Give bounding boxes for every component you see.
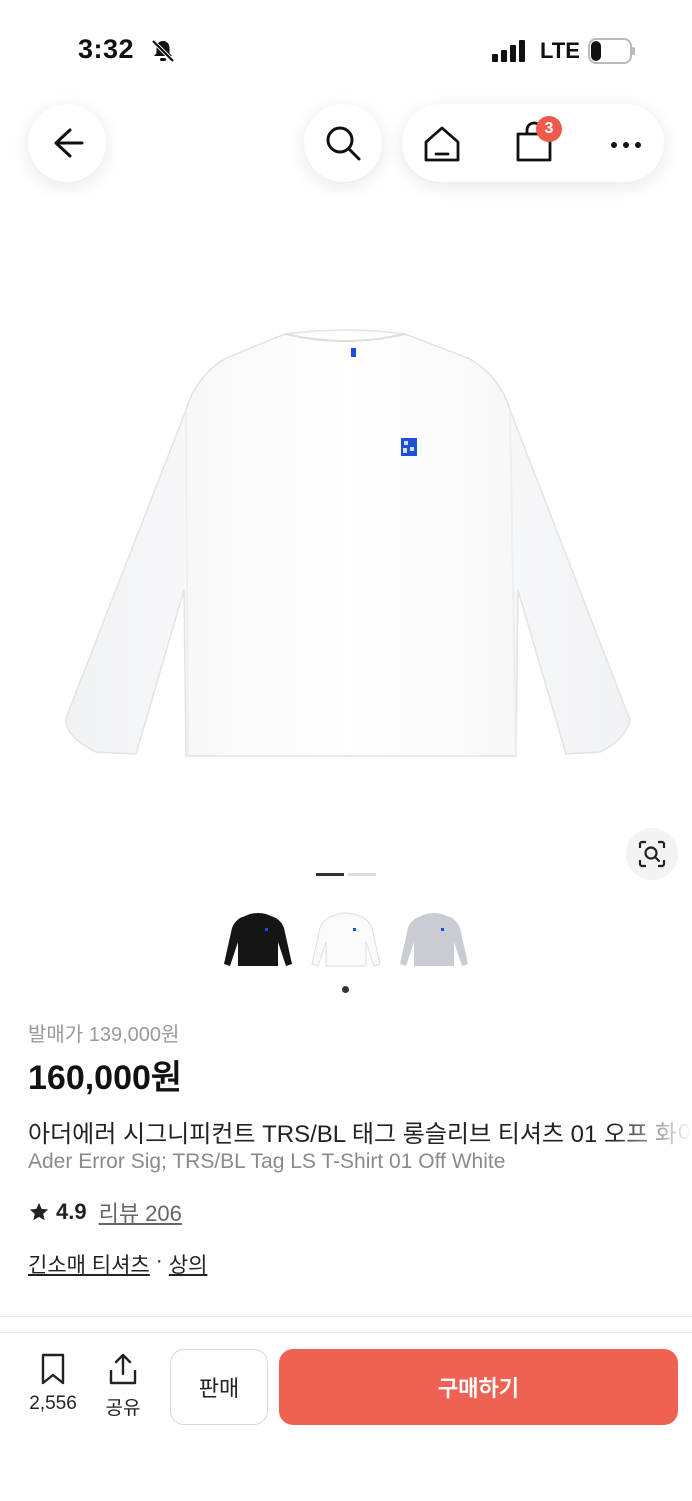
rating-row: 4.9 리뷰 206 [28,1196,182,1228]
product-name-english: Ader Error Sig; TRS/BL Tag LS T-Shirt 01… [28,1150,506,1173]
back-arrow-icon [54,128,84,158]
product-image[interactable] [0,290,692,810]
save-button[interactable]: 2,556 [20,1352,86,1415]
category-separator: · [155,1249,163,1272]
battery-level: 21 [600,41,620,60]
more-icon[interactable] [604,130,648,160]
bell-muted-icon [151,39,175,63]
nav-pill: 3 [402,104,664,182]
buy-button[interactable]: 구매하기 [279,1349,678,1425]
home-icon[interactable] [420,122,464,166]
share-icon [109,1353,137,1385]
search-button[interactable] [304,104,382,182]
sell-button[interactable]: 판매 [170,1349,268,1425]
bookmark-icon [41,1353,65,1385]
status-time: 3:32 [78,34,135,64]
carousel-indicator [348,873,376,876]
review-link[interactable]: 리뷰 206 [99,1196,182,1228]
image-search-button[interactable] [626,828,678,880]
network-type: LTE [540,38,580,63]
search-icon [326,126,361,161]
share-label: 공유 [105,1398,141,1419]
product-name-korean: 아더에러 시그니피컨트 TRS/BL 태그 롱슬리브 티셔츠 01 오프 화이트 [28,1121,692,1148]
thumbnail-indicator [342,986,349,993]
rating-score: 4.9 [56,1199,87,1224]
category-link[interactable]: 긴소매 티셔츠 [28,1249,150,1279]
parent-category-link[interactable]: 상의 [169,1249,208,1279]
thumbnail-black[interactable] [222,908,294,972]
save-count: 2,556 [29,1393,77,1414]
carousel-indicator-active [316,873,344,876]
thumbnail-white[interactable] [310,908,382,972]
release-price: 발매가 139,000원 [28,1024,180,1046]
divider [0,1316,692,1317]
thumbnail-gray[interactable] [398,908,470,972]
star-icon [29,1202,49,1221]
share-button[interactable]: 공유 [96,1352,150,1420]
category-breadcrumb: 긴소매 티셔츠 · 상의 [28,1249,207,1279]
current-price: 160,000원 [28,1059,183,1097]
cart-count-badge: 3 [536,116,562,142]
signal-icon [492,40,525,62]
back-button[interactable] [28,104,106,182]
lens-search-icon [638,840,666,868]
